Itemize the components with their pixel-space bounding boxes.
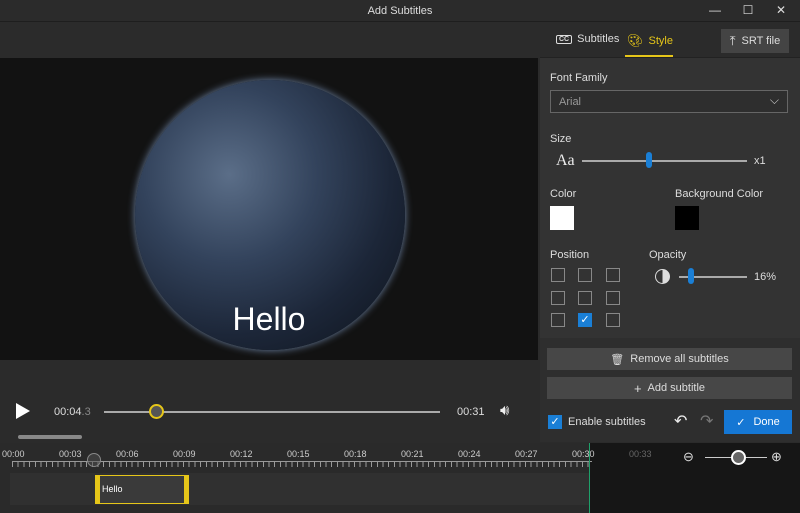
timeline-tick-label: 00:33 — [629, 449, 652, 459]
upload-icon: ⤒ — [729, 33, 736, 48]
size-slider-handle[interactable] — [646, 152, 652, 168]
timeline-tick-label: 00:15 — [287, 449, 310, 459]
remove-all-label: Remove all subtitles — [630, 353, 729, 365]
play-icon[interactable] — [16, 403, 30, 419]
video-preview[interactable]: Hello — [0, 58, 538, 360]
font-size-icon: Aa — [556, 152, 575, 169]
timeline-playhead[interactable] — [87, 453, 101, 467]
timeline-tick-label: 00:09 — [173, 449, 196, 459]
trash-icon: 🗑︎ — [610, 353, 625, 366]
timeline-tick-label: 00:00 — [2, 449, 25, 459]
remove-all-subtitles-button[interactable]: 🗑︎ Remove all subtitles — [547, 348, 792, 370]
tab-subtitles-label: Subtitles — [577, 33, 620, 45]
add-subtitle-button[interactable]: + Add subtitle — [547, 377, 792, 399]
size-label: Size — [550, 133, 572, 145]
position-bottom-right[interactable] — [606, 313, 620, 327]
window-title: Add Subtitles — [367, 5, 433, 17]
color-label: Color — [550, 188, 577, 200]
timeline-tick-label: 00:24 — [458, 449, 481, 459]
horizontal-scrollbar[interactable] — [18, 435, 82, 439]
position-label: Position — [550, 249, 590, 261]
tab-style-label: Style — [648, 35, 673, 47]
srt-file-label: SRT file — [741, 35, 781, 47]
duration: 00:31 — [457, 406, 485, 418]
timeline-tick-label: 00:03 — [59, 449, 82, 459]
opacity-label: Opacity — [649, 249, 687, 261]
size-value: x1 — [754, 155, 766, 167]
position-bottom-left[interactable] — [551, 313, 565, 327]
position-top-center[interactable] — [578, 268, 592, 282]
current-time-main: 00:04 — [54, 406, 82, 418]
check-icon: ✓ — [736, 416, 746, 429]
timeline-tick-label: 00:12 — [230, 449, 253, 459]
opacity-icon — [655, 269, 670, 284]
tab-style[interactable]: 🎨︎ Style — [627, 33, 673, 49]
font-family-label: Font Family — [550, 72, 608, 84]
size-slider[interactable] — [582, 160, 747, 162]
srt-file-button[interactable]: ⤒ SRT file — [721, 29, 789, 53]
tab-subtitles[interactable]: CC Subtitles — [556, 33, 619, 45]
timeline-tick-label: 00:06 — [116, 449, 139, 459]
opacity-slider-handle[interactable] — [688, 268, 694, 284]
redo-icon[interactable]: ↷ — [700, 411, 713, 431]
chevron-down-icon: ⌵ — [769, 93, 779, 107]
volume-icon[interactable]: 🔊︎ — [500, 402, 509, 419]
active-tab-indicator — [625, 55, 673, 57]
minimize-button[interactable]: — — [700, 3, 730, 19]
zoom-out-icon[interactable]: ⊖ — [683, 449, 694, 465]
opacity-value: 16% — [754, 271, 777, 283]
current-time: 00:04.3 — [54, 406, 91, 418]
position-bottom-center[interactable]: ✓ — [578, 313, 592, 327]
timeline-zoom-handle[interactable] — [731, 450, 746, 465]
title-bar: Add Subtitles — ☐ ✕ — [0, 0, 800, 22]
palette-icon: 🎨︎ — [627, 33, 644, 48]
position-middle-left[interactable] — [551, 291, 565, 305]
current-time-fraction: .3 — [81, 406, 91, 418]
close-button[interactable]: ✕ — [766, 3, 796, 19]
subtitle-clip[interactable]: Hello — [95, 475, 189, 504]
add-subtitle-label: Add subtitle — [647, 382, 706, 394]
timeline-tick-label: 00:30 — [572, 449, 595, 459]
position-middle-center[interactable] — [578, 291, 592, 305]
position-top-left[interactable] — [551, 268, 565, 282]
font-family-select[interactable]: Arial ⌵ — [550, 90, 788, 113]
cc-icon: CC — [556, 34, 573, 44]
background-color-swatch[interactable] — [675, 206, 699, 230]
timeline-tick-label: 00:18 — [344, 449, 367, 459]
done-button[interactable]: ✓ Done — [724, 410, 792, 434]
done-label: Done — [753, 416, 780, 428]
zoom-in-icon[interactable]: ⊕ — [771, 449, 782, 465]
enable-subtitles-checkbox[interactable]: ✓ — [548, 415, 562, 429]
timeline-tick-label: 00:21 — [401, 449, 424, 459]
enable-subtitles-label: Enable subtitles — [568, 416, 646, 428]
color-swatch[interactable] — [550, 206, 574, 230]
maximize-button[interactable]: ☐ — [733, 3, 763, 19]
plus-icon: + — [633, 380, 642, 396]
font-family-value: Arial — [559, 96, 582, 108]
background-color-label: Background Color — [675, 188, 764, 200]
timeline-tick-label: 00:27 — [515, 449, 538, 459]
video-end-marker — [589, 443, 590, 513]
seek-handle[interactable] — [149, 404, 164, 419]
undo-icon[interactable]: ↶ — [674, 411, 687, 431]
timeline-empty-area — [590, 443, 800, 513]
position-middle-right[interactable] — [606, 291, 620, 305]
subtitle-preview: Hello — [232, 301, 306, 337]
position-top-right[interactable] — [606, 268, 620, 282]
